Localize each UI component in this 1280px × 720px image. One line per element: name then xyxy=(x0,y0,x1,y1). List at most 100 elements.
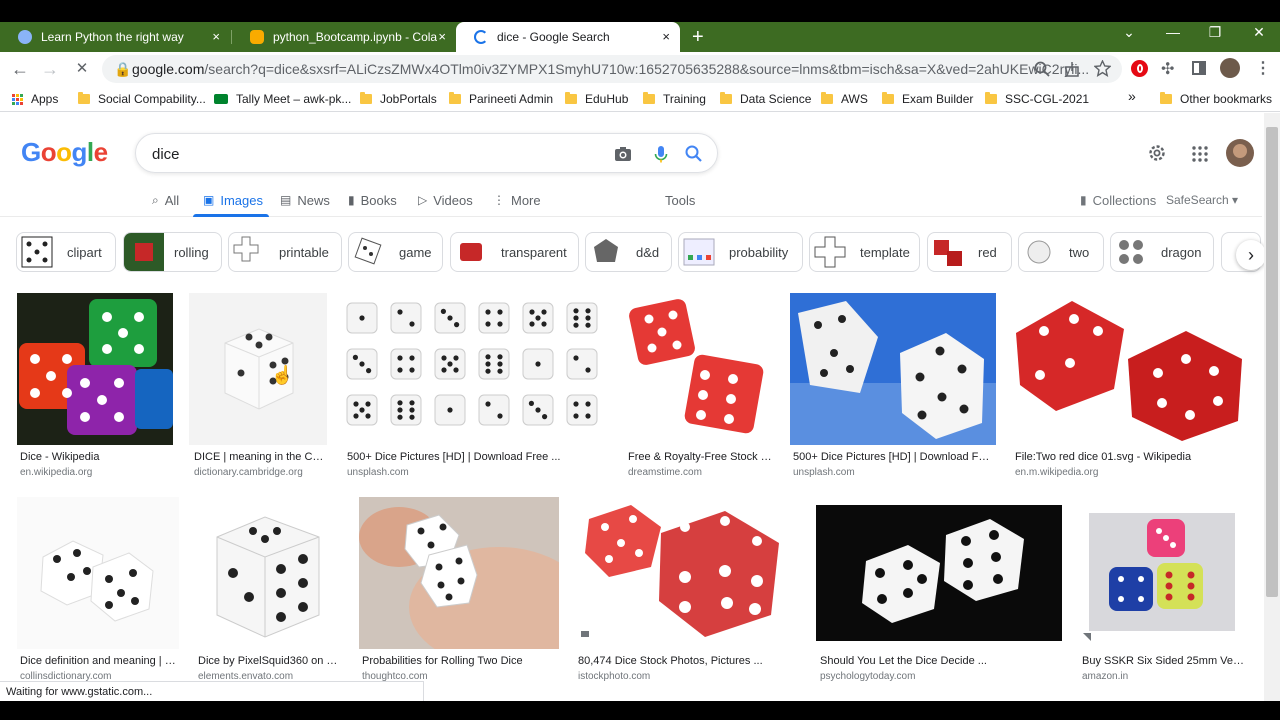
google-logo[interactable]: Google xyxy=(21,137,108,168)
collections-button[interactable]: ▮ Collections xyxy=(1080,191,1156,209)
profile-avatar[interactable] xyxy=(1220,58,1240,78)
bookmarks-overflow-button[interactable]: » xyxy=(1128,88,1136,104)
menu-kebab-icon[interactable]: ⋮ xyxy=(1255,58,1271,78)
result-source[interactable]: unsplash.com xyxy=(347,467,409,478)
chip-dnd[interactable]: d&d xyxy=(585,232,672,272)
back-arrow-icon[interactable]: ← xyxy=(8,58,32,80)
result-source[interactable]: unsplash.com xyxy=(793,467,855,478)
browser-tab-colab[interactable]: python_Bootcamp.ipynb - Colab × xyxy=(232,22,456,52)
chip-printable[interactable]: printable xyxy=(228,232,342,272)
tab-all[interactable]: ⌕ All xyxy=(152,191,179,209)
result-title[interactable]: Dice - Wikipedia xyxy=(20,451,170,463)
close-tab-icon[interactable]: × xyxy=(438,29,446,44)
tab-search-icon[interactable]: ⌄ xyxy=(1114,24,1144,41)
tab-news[interactable]: ▤ News xyxy=(280,191,330,209)
browser-tab-dice-search[interactable]: dice - Google Search × xyxy=(456,22,680,52)
bookmark-parineeti-admin[interactable]: Parineeti Admin xyxy=(449,91,553,107)
chip-dragon[interactable]: dragon xyxy=(1110,232,1214,272)
tab-more[interactable]: ⋮ More xyxy=(493,191,541,209)
bookmark-other-bookmarks[interactable]: Other bookmarks xyxy=(1160,91,1272,107)
tab-images[interactable]: ▣ Images xyxy=(203,191,263,209)
bookmark-jobportals[interactable]: JobPortals xyxy=(360,91,437,107)
result-title[interactable]: Should You Let the Dice Decide ... xyxy=(820,655,1060,667)
chip-two[interactable]: two xyxy=(1018,232,1104,272)
result-source[interactable]: dictionary.cambridge.org xyxy=(194,467,303,478)
address-bar[interactable]: 🔒 google.com/search?q=dice&sxsrf=ALiCzsZ… xyxy=(102,55,1122,83)
result-card[interactable]: Buy SSKR Six Sided 25mm Very ... amazon.… xyxy=(1079,497,1247,683)
result-source[interactable]: en.wikipedia.org xyxy=(20,467,92,478)
tab-books[interactable]: ▮ Books xyxy=(348,191,397,209)
close-tab-icon[interactable]: × xyxy=(662,29,670,44)
result-card[interactable]: ☝ DICE | meaning in the Ca... dictionary… xyxy=(189,293,327,483)
bookmark-eduhub[interactable]: EduHub xyxy=(565,91,628,107)
microphone-icon[interactable] xyxy=(651,144,671,164)
result-title[interactable]: 500+ Dice Pictures [HD] | Download Free … xyxy=(793,451,993,463)
result-card[interactable]: Dice definition and meaning | C... colli… xyxy=(17,497,179,683)
result-card[interactable]: Should You Let the Dice Decide ... psych… xyxy=(816,497,1062,683)
opera-extension-icon[interactable] xyxy=(1131,60,1148,77)
scrollbar-thumb[interactable] xyxy=(1266,127,1278,597)
search-input[interactable] xyxy=(152,143,592,165)
chevron-right-icon[interactable]: › xyxy=(1236,240,1266,270)
bookmark-social-compability[interactable]: Social Compability... xyxy=(78,91,206,107)
result-card[interactable]: Dice by PixelSquid360 on En... elements.… xyxy=(195,497,341,683)
stop-loading-icon[interactable]: ✕ xyxy=(70,58,94,80)
chip-game[interactable]: game xyxy=(348,232,443,272)
result-card[interactable]: 500+ Dice Pictures [HD] | Download Free … xyxy=(343,293,609,483)
camera-search-icon[interactable] xyxy=(613,144,633,164)
result-source[interactable]: amazon.in xyxy=(1082,671,1128,682)
bookmark-training[interactable]: Training xyxy=(643,91,706,107)
zoom-icon[interactable] xyxy=(1034,61,1050,77)
result-title[interactable]: Probabilities for Rolling Two Dice xyxy=(362,655,558,667)
bookmark-exam-builder[interactable]: Exam Builder xyxy=(882,91,973,107)
result-source[interactable]: dreamstime.com xyxy=(628,467,702,478)
share-icon[interactable] xyxy=(1064,61,1080,77)
result-title[interactable]: Dice by PixelSquid360 on En... xyxy=(198,655,340,667)
chip-red[interactable]: red xyxy=(927,232,1012,272)
result-card[interactable]: Free & Royalty-Free Stock Ph... dreamsti… xyxy=(625,293,773,483)
chip-rolling[interactable]: rolling xyxy=(123,232,222,272)
google-apps-icon[interactable] xyxy=(1192,146,1208,162)
result-title[interactable]: 500+ Dice Pictures [HD] | Download Free … xyxy=(347,451,607,463)
forward-arrow-icon[interactable]: → xyxy=(38,58,62,80)
bookmark-data-science[interactable]: Data Science xyxy=(720,91,811,107)
result-title[interactable]: File:Two red dice 01.svg - Wikipedia xyxy=(1015,451,1245,463)
bookmark-aws[interactable]: AWS xyxy=(821,91,868,107)
result-title[interactable]: 80,474 Dice Stock Photos, Pictures ... xyxy=(578,655,798,667)
page-scrollbar[interactable] xyxy=(1264,113,1280,701)
new-tab-button[interactable]: + xyxy=(692,26,704,49)
result-card[interactable]: Probabilities for Rolling Two Dice thoug… xyxy=(359,497,559,683)
result-card[interactable]: File:Two red dice 01.svg - Wikipedia en.… xyxy=(1012,293,1248,483)
account-avatar[interactable] xyxy=(1226,139,1254,167)
bookmark-tally-meet[interactable]: Tally Meet – awk-pk... xyxy=(214,91,351,107)
tools-button[interactable]: Tools xyxy=(665,191,695,209)
result-source[interactable]: psychologytoday.com xyxy=(820,671,915,682)
chip-probability[interactable]: probability xyxy=(678,232,803,272)
close-tab-icon[interactable]: × xyxy=(212,29,220,44)
result-title[interactable]: DICE | meaning in the Ca... xyxy=(194,451,324,463)
result-title[interactable]: Dice definition and meaning | C... xyxy=(20,655,178,667)
close-window-icon[interactable]: ✕ xyxy=(1244,24,1274,41)
bookmark-apps[interactable]: Apps xyxy=(12,91,58,107)
bookmark-star-icon[interactable] xyxy=(1094,60,1111,77)
result-source[interactable]: istockphoto.com xyxy=(578,671,650,682)
settings-gear-icon[interactable] xyxy=(1147,143,1167,163)
chip-transparent[interactable]: transparent xyxy=(450,232,579,272)
safesearch-button[interactable]: SafeSearch ▾ xyxy=(1166,191,1238,209)
result-title[interactable]: Free & Royalty-Free Stock Ph... xyxy=(628,451,773,463)
side-panel-icon[interactable] xyxy=(1192,61,1206,75)
search-submit-icon[interactable] xyxy=(684,144,704,164)
result-source[interactable]: en.m.wikipedia.org xyxy=(1015,467,1098,478)
tab-videos[interactable]: ▷ Videos xyxy=(418,191,473,209)
browser-tab-learn-python[interactable]: Learn Python the right way × xyxy=(0,22,230,52)
bookmark-ssc-cgl-2021[interactable]: SSC-CGL-2021 xyxy=(985,91,1089,107)
chip-template[interactable]: template xyxy=(809,232,920,272)
result-title[interactable]: Buy SSKR Six Sided 25mm Very ... xyxy=(1082,655,1246,667)
extensions-puzzle-icon[interactable]: ✣ xyxy=(1161,59,1174,79)
result-card[interactable]: 80,474 Dice Stock Photos, Pictures ... i… xyxy=(575,497,800,683)
result-card[interactable]: Dice - Wikipedia en.wikipedia.org xyxy=(17,293,173,483)
chip-clipart[interactable]: clipart xyxy=(16,232,116,272)
restore-icon[interactable]: ❐ xyxy=(1200,24,1230,41)
result-card[interactable]: 500+ Dice Pictures [HD] | Download Free … xyxy=(790,293,996,483)
minimize-icon[interactable]: — xyxy=(1158,24,1188,40)
